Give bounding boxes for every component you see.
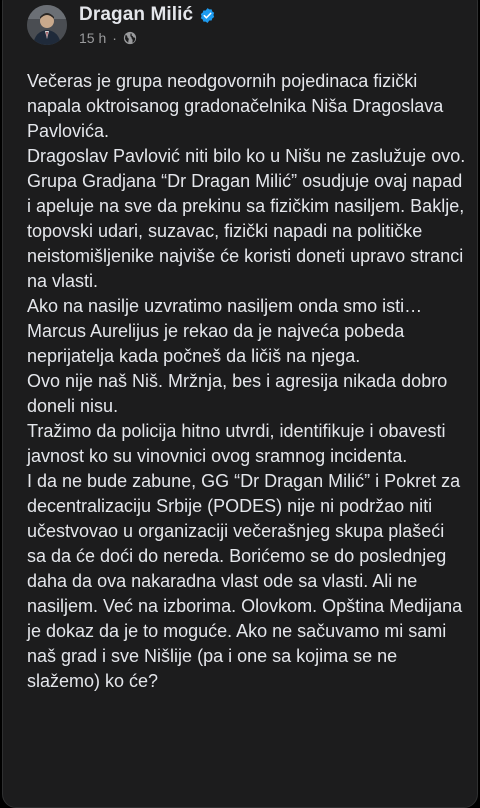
post-paragraph: Ako na nasilje uzvratimo nasiljem onda s… <box>27 296 423 366</box>
author-avatar[interactable] <box>27 5 67 45</box>
verified-badge-icon <box>199 7 216 24</box>
post-paragraph: Grupa Gradjana “Dr Dragan Milić” osudjuj… <box>27 171 465 291</box>
post-meta: 15 h · <box>79 30 137 46</box>
author-name-row: Dragan Milić <box>79 4 216 26</box>
author-name[interactable]: Dragan Milić <box>79 4 193 26</box>
post-card: Dragan Milić 15 h · Večeras je grupa neo… <box>2 0 478 808</box>
globe-icon[interactable] <box>123 31 137 45</box>
post-header: Dragan Milić 15 h · <box>27 3 467 53</box>
post-body: Večeras je grupa neodgovornih pojedinaca… <box>27 69 467 694</box>
post-paragraph: I da ne bude zabune, GG “Dr Dragan Milić… <box>27 471 463 691</box>
meta-separator: · <box>112 30 117 46</box>
post-timestamp[interactable]: 15 h <box>79 30 106 46</box>
post-paragraph: Ovo nije naš Niš. Mržnja, bes i agresija… <box>27 371 448 416</box>
post-paragraph: Dragoslav Pavlović niti bilo ko u Nišu n… <box>27 146 466 166</box>
post-paragraph: Tražimo da policija hitno utvrdi, identi… <box>27 421 446 466</box>
post-paragraph: Večeras je grupa neodgovornih pojedinaca… <box>27 71 444 141</box>
